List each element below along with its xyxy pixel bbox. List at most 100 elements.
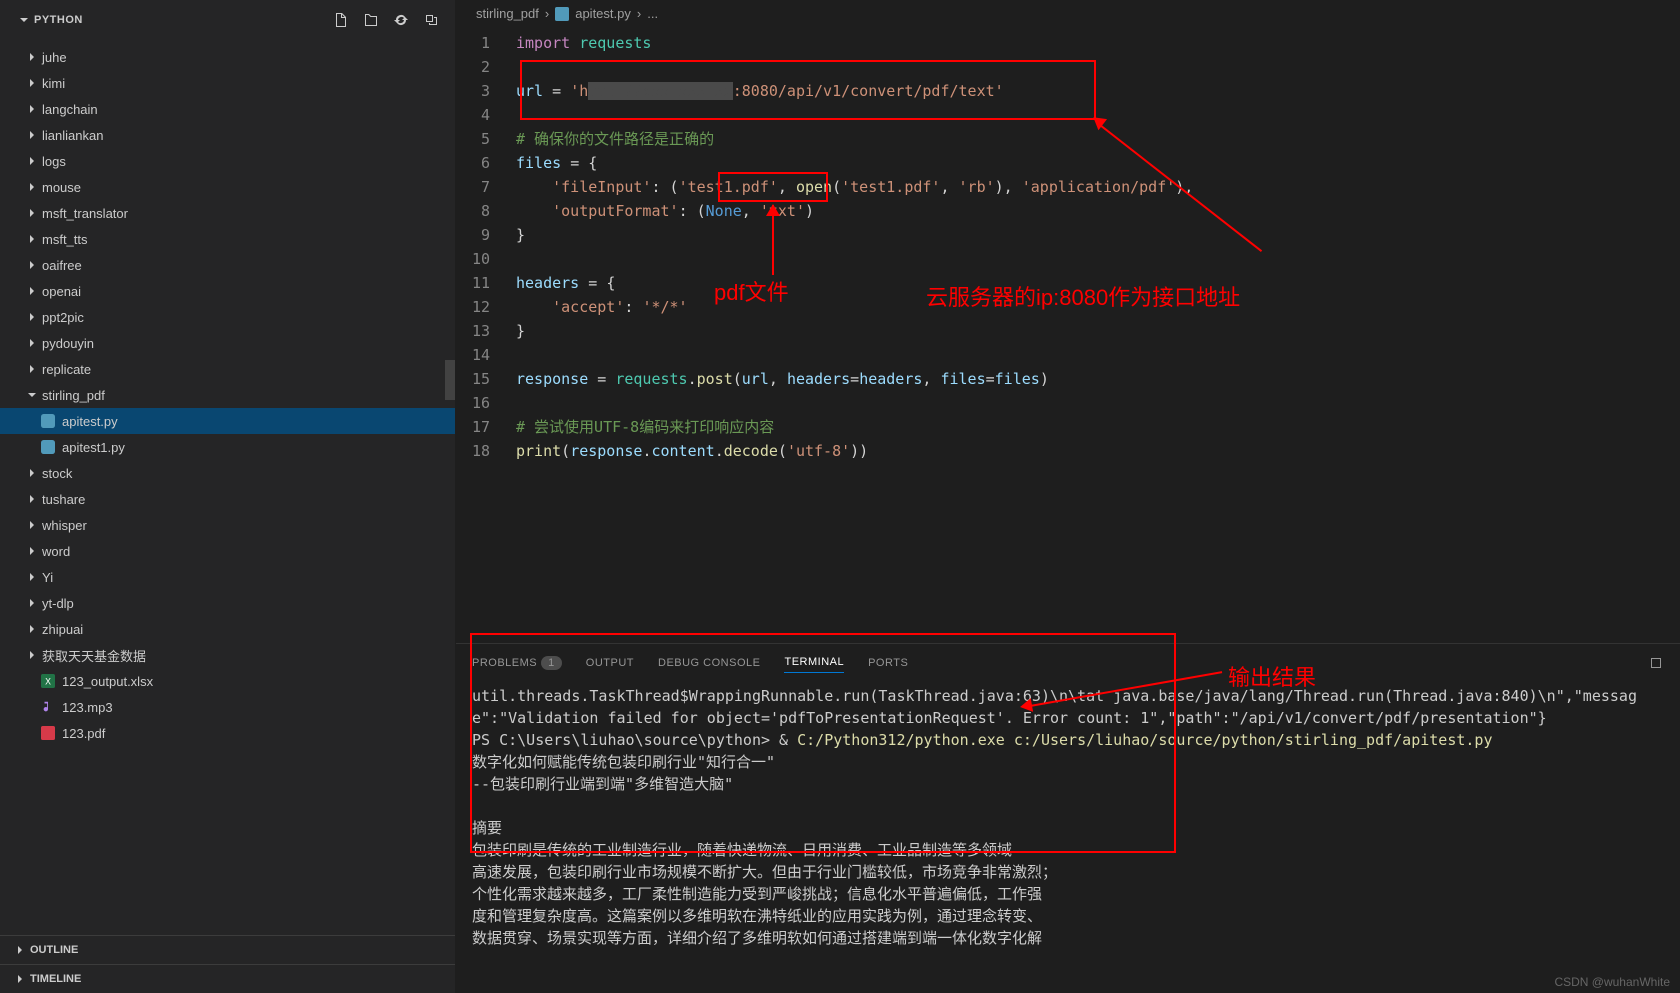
chevron-down-icon [16, 12, 32, 28]
chevron-right-icon [24, 127, 40, 143]
folder-juhe[interactable]: juhe [0, 44, 455, 70]
chevron-right-icon [24, 361, 40, 377]
scrollbar-thumb[interactable] [445, 360, 455, 400]
breadcrumb-folder[interactable]: stirling_pdf [476, 6, 539, 21]
breadcrumb-file[interactable]: apitest.py [575, 6, 631, 21]
folder-replicate[interactable]: replicate [0, 356, 455, 382]
file-123.pdf[interactable]: 123.pdf [0, 720, 455, 746]
chevron-right-icon [24, 101, 40, 117]
sidebar-actions [333, 12, 439, 28]
code-line-3[interactable]: url = 'http://xxx.xxx.xx:8080/api/v1/con… [516, 79, 1680, 103]
chevron-right-icon [24, 205, 40, 221]
code-line-7[interactable]: 'fileInput': ('test1.pdf', open('test1.p… [516, 175, 1680, 199]
folder-mouse[interactable]: mouse [0, 174, 455, 200]
python-icon [40, 413, 56, 429]
terminal-panel: PROBLEMS1 OUTPUT DEBUG CONSOLE TERMINAL PORT… [456, 643, 1680, 993]
chevron-right-icon [24, 621, 40, 637]
folder-word[interactable]: word [0, 538, 455, 564]
sidebar-header: PYTHON [0, 0, 455, 40]
chevron-right-icon [12, 971, 28, 987]
excel-icon: X [40, 673, 56, 689]
folder-openai[interactable]: openai [0, 278, 455, 304]
code-line-13[interactable]: } [516, 319, 1680, 343]
chevron-right-icon [24, 49, 40, 65]
tab-problems[interactable]: PROBLEMS1 [472, 653, 562, 673]
folder-Yi[interactable]: Yi [0, 564, 455, 590]
new-folder-icon[interactable] [363, 12, 379, 28]
code-line-18[interactable]: print(response.content.decode('utf-8')) [516, 439, 1680, 463]
chevron-down-icon [24, 387, 40, 403]
folder-msft_tts[interactable]: msft_tts [0, 226, 455, 252]
chevron-right-icon [12, 942, 28, 958]
code-line-5[interactable]: # 确保你的文件路径是正确的 [516, 127, 1680, 151]
line-numbers: 123456789101112131415161718 [456, 31, 516, 643]
code-line-8[interactable]: 'outputFormat': (None, 'txt') [516, 199, 1680, 223]
chevron-right-icon [24, 309, 40, 325]
folder-yt-dlp[interactable]: yt-dlp [0, 590, 455, 616]
file-tree: juhekimilangchainlianliankanlogsmousemsf… [0, 40, 455, 935]
breadcrumb-more[interactable]: ... [647, 6, 658, 21]
code-line-10[interactable] [516, 247, 1680, 271]
code-line-16[interactable] [516, 391, 1680, 415]
folder-langchain[interactable]: langchain [0, 96, 455, 122]
file-123.mp3[interactable]: 123.mp3 [0, 694, 455, 720]
tab-terminal[interactable]: TERMINAL [784, 652, 844, 673]
folder-stirling_pdf[interactable]: stirling_pdf [0, 382, 455, 408]
chevron-right-icon [24, 335, 40, 351]
collapse-all-icon[interactable] [423, 12, 439, 28]
code-line-1[interactable]: import requests [516, 31, 1680, 55]
folder-pydouyin[interactable]: pydouyin [0, 330, 455, 356]
refresh-icon[interactable] [393, 12, 409, 28]
chevron-right-icon [24, 517, 40, 533]
folder-获取天天基金数据[interactable]: 获取天天基金数据 [0, 642, 455, 668]
terminal-output[interactable]: util.threads.TaskThread$WrappingRunnable… [456, 681, 1680, 993]
tab-output[interactable]: OUTPUT [586, 653, 634, 673]
main-editor-area: stirling_pdf › apitest.py › ... 12345678… [456, 0, 1680, 993]
watermark: CSDN @wuhanWhite [1554, 975, 1670, 989]
chevron-right-icon [24, 647, 40, 663]
tab-ports[interactable]: PORTS [868, 653, 908, 673]
chevron-right-icon [24, 75, 40, 91]
chevron-right-icon [24, 569, 40, 585]
chevron-right-icon [24, 543, 40, 559]
explorer-title[interactable]: PYTHON [16, 12, 83, 28]
python-icon [40, 439, 56, 455]
file-apitest1.py[interactable]: apitest1.py [0, 434, 455, 460]
folder-lianliankan[interactable]: lianliankan [0, 122, 455, 148]
chevron-right-icon [24, 257, 40, 273]
new-file-icon[interactable] [333, 12, 349, 28]
folder-tushare[interactable]: tushare [0, 486, 455, 512]
file-apitest.py[interactable]: apitest.py [0, 408, 455, 434]
chevron-right-icon [24, 465, 40, 481]
chevron-right-icon [24, 595, 40, 611]
code-editor[interactable]: 123456789101112131415161718 import reque… [456, 27, 1680, 643]
folder-oaifree[interactable]: oaifree [0, 252, 455, 278]
folder-ppt2pic[interactable]: ppt2pic [0, 304, 455, 330]
code-line-2[interactable] [516, 55, 1680, 79]
code-line-6[interactable]: files = { [516, 151, 1680, 175]
folder-stock[interactable]: stock [0, 460, 455, 486]
code-line-9[interactable]: } [516, 223, 1680, 247]
chevron-right-icon [24, 283, 40, 299]
folder-whisper[interactable]: whisper [0, 512, 455, 538]
breadcrumb[interactable]: stirling_pdf › apitest.py › ... [456, 0, 1680, 27]
maximize-panel-icon[interactable] [1648, 655, 1664, 671]
code-content[interactable]: import requests url = 'http://xxx.xxx.xx:… [516, 31, 1680, 643]
outline-section[interactable]: OUTLINE [0, 935, 455, 964]
code-line-15[interactable]: response = requests.post(url, headers=he… [516, 367, 1680, 391]
chevron-right-icon [24, 491, 40, 507]
folder-kimi[interactable]: kimi [0, 70, 455, 96]
folder-msft_translator[interactable]: msft_translator [0, 200, 455, 226]
python-file-icon [555, 7, 569, 21]
code-line-14[interactable] [516, 343, 1680, 367]
code-line-17[interactable]: # 尝试使用UTF-8编码来打印响应内容 [516, 415, 1680, 439]
file-123_output.xlsx[interactable]: X123_output.xlsx [0, 668, 455, 694]
code-line-12[interactable]: 'accept': '*/*' [516, 295, 1680, 319]
timeline-section[interactable]: TIMELINE [0, 964, 455, 993]
tab-debug-console[interactable]: DEBUG CONSOLE [658, 653, 760, 673]
code-line-11[interactable]: headers = { [516, 271, 1680, 295]
folder-logs[interactable]: logs [0, 148, 455, 174]
code-line-4[interactable] [516, 103, 1680, 127]
chevron-right-icon [24, 231, 40, 247]
folder-zhipuai[interactable]: zhipuai [0, 616, 455, 642]
